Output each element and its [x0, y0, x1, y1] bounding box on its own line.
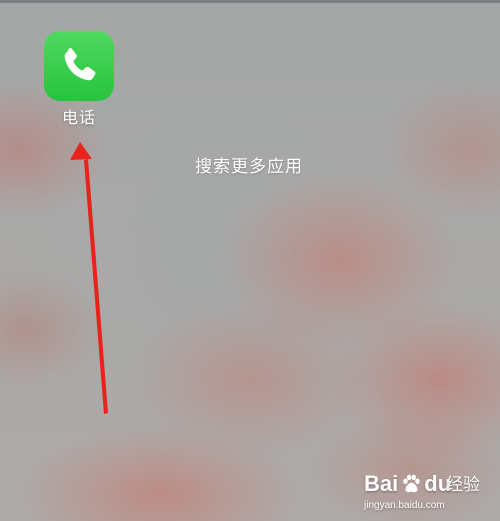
phone-icon	[64, 48, 96, 81]
phone-app-icon[interactable]	[44, 31, 114, 101]
phone-app-label[interactable]: 电话	[44, 107, 114, 129]
status-bar-edge	[0, 0, 500, 3]
home-screen: 电话 搜索更多应用 Bai du 经验 jingyan.baidu.com	[0, 0, 500, 521]
search-more-apps-link[interactable]: 搜索更多应用	[195, 155, 303, 179]
